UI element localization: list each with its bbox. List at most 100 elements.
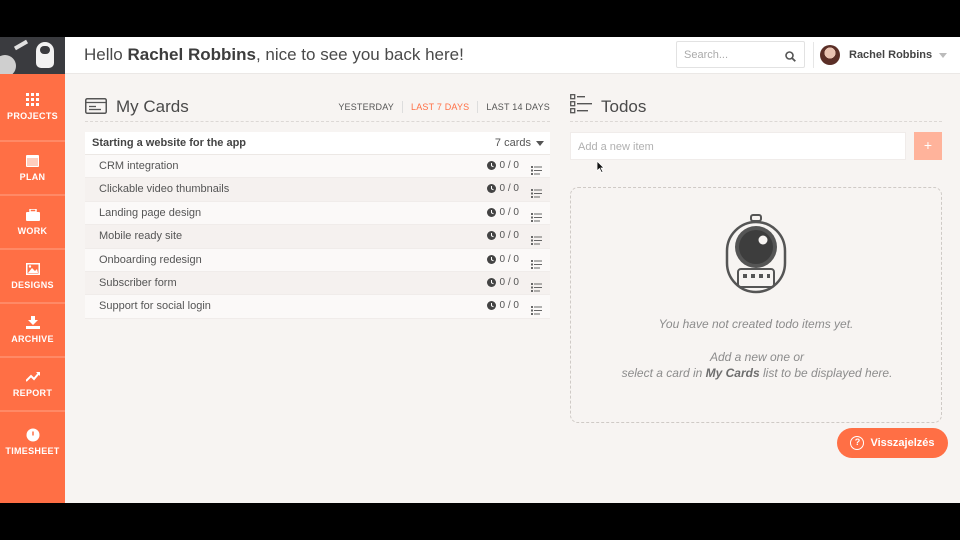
avatar[interactable] [820, 45, 840, 65]
card-name: Onboarding redesign [99, 253, 202, 266]
sidebar-item-label: PROJECTS [7, 111, 58, 121]
card-name: CRM integration [99, 160, 179, 172]
hint-line-1: Add a new one or [709, 350, 805, 364]
project-group-header[interactable]: Starting a website for the app 7 cards [85, 132, 550, 155]
sidebar-item-projects[interactable]: PROJECTS [0, 74, 65, 142]
sidebar-item-label: WORK [17, 226, 48, 236]
top-header: Hello Rachel Robbins, nice to see you ba… [65, 37, 960, 74]
todos-header: Todos [570, 92, 942, 122]
sidebar: PROJECTS PLAN WORK DESIGNS ARCHIVE REPOR… [0, 37, 65, 503]
greeting-prefix: Hello [84, 45, 123, 64]
cards-icon [85, 98, 107, 119]
empty-message: You have not created todo items yet. [658, 317, 854, 331]
planet-icon [0, 55, 16, 74]
card-time-value: 0 / 0 [499, 230, 519, 242]
card-time: 0 / 0 [486, 253, 519, 265]
card-time: 0 / 0 [486, 160, 519, 171]
checklist-icon[interactable] [531, 256, 542, 274]
user-menu[interactable]: Rachel Robbins [820, 44, 948, 66]
feedback-label: Visszajelzés [870, 437, 935, 449]
card-name: Subscriber form [99, 276, 177, 289]
chevron-down-icon[interactable] [939, 52, 948, 58]
card-time: 0 / 0 [486, 183, 519, 195]
sidebar-item-timesheet[interactable]: TIMESHEET [0, 412, 65, 472]
search-icon[interactable] [785, 49, 796, 67]
checklist-icon[interactable] [531, 185, 542, 203]
checklist-icon[interactable] [531, 162, 542, 180]
card-time-value: 0 / 0 [499, 206, 519, 218]
clock-icon [486, 301, 496, 311]
sidebar-item-archive[interactable]: ARCHIVE [0, 304, 65, 358]
question-icon: ? [850, 436, 865, 450]
filter-yesterday[interactable]: YESTERDAY [338, 101, 402, 113]
account-name: Rachel Robbins [849, 49, 933, 61]
empty-hint: Add a new one or select a card in My Car… [621, 349, 893, 381]
project-card-count: 7 cards [494, 137, 531, 149]
search-placeholder: Search... [684, 49, 729, 61]
clock-icon [486, 277, 496, 287]
card-row[interactable]: Clickable video thumbnails 0 / 0 [85, 178, 550, 203]
clock-icon [486, 184, 496, 194]
todo-list-icon [570, 94, 592, 119]
sidebar-item-work[interactable]: WORK [0, 196, 65, 250]
sidebar-item-report[interactable]: REPORT [0, 358, 65, 412]
card-time-value: 0 / 0 [499, 253, 519, 265]
clock-icon [26, 428, 40, 441]
greeting-suffix: , nice to see you back here! [255, 45, 464, 64]
satellite-icon [13, 39, 29, 51]
sidebar-item-label: DESIGNS [11, 280, 54, 290]
search-input[interactable]: Search... [676, 41, 805, 68]
card-row[interactable]: Support for social login 0 / 0 [85, 295, 550, 320]
hint-post: list to be displayed here. [759, 366, 893, 380]
date-filters: YESTERDAY LAST 7 DAYS LAST 14 DAYS [338, 101, 550, 113]
sidebar-item-label: TIMESHEET [5, 446, 60, 456]
card-list: CRM integration 0 / 0 Clickable video th… [85, 155, 550, 319]
new-todo-placeholder: Add a new item [578, 141, 654, 153]
calendar-icon [26, 154, 40, 167]
add-todo-button[interactable]: + [914, 132, 942, 160]
filter-last-7-days[interactable]: LAST 7 DAYS [401, 101, 477, 113]
card-time: 0 / 0 [486, 300, 519, 312]
card-row[interactable]: Landing page design 0 / 0 [85, 201, 550, 227]
caret-down-icon[interactable] [536, 141, 544, 146]
header-divider [813, 42, 814, 68]
card-row[interactable]: Subscriber form 0 / 0 [85, 271, 550, 297]
card-row[interactable]: Mobile ready site 0 / 0 [85, 225, 550, 250]
card-time-value: 0 / 0 [499, 300, 519, 312]
sidebar-item-plan[interactable]: PLAN [0, 142, 65, 196]
card-name: Mobile ready site [99, 230, 183, 243]
card-time-value: 0 / 0 [499, 183, 519, 195]
checklist-icon[interactable] [531, 302, 542, 320]
clock-icon [486, 231, 496, 241]
sidebar-item-designs[interactable]: DESIGNS [0, 250, 65, 304]
greeting-user-name: Rachel Robbins [127, 45, 256, 64]
my-cards-panel: My Cards YESTERDAY LAST 7 DAYS LAST 14 D… [85, 92, 550, 319]
card-time: 0 / 0 [486, 276, 519, 288]
app-logo[interactable] [0, 37, 65, 74]
new-todo-input[interactable]: Add a new item [570, 132, 906, 160]
todos-panel: Todos Add a new item + You have not crea… [570, 92, 942, 423]
astronaut-icon [723, 214, 789, 301]
todos-title: Todos [601, 97, 647, 116]
greeting-text: Hello Rachel Robbins, nice to see you ba… [84, 45, 464, 65]
checklist-icon[interactable] [531, 232, 542, 250]
image-icon [25, 262, 40, 275]
trend-icon [25, 370, 40, 383]
card-row[interactable]: CRM integration 0 / 0 [85, 155, 550, 180]
hint-my-cards: My Cards [705, 366, 760, 380]
feedback-button[interactable]: ? Visszajelzés [837, 428, 948, 458]
clock-icon [486, 254, 496, 264]
card-row[interactable]: Onboarding redesign 0 / 0 [85, 248, 550, 274]
card-time-value: 0 / 0 [499, 160, 519, 171]
my-cards-header: My Cards YESTERDAY LAST 7 DAYS LAST 14 D… [85, 92, 550, 122]
checklist-icon[interactable] [531, 209, 542, 227]
checklist-icon[interactable] [531, 279, 542, 297]
card-time-value: 0 / 0 [499, 276, 519, 288]
filter-last-14-days[interactable]: LAST 14 DAYS [477, 101, 550, 113]
card-name: Support for social login [99, 300, 211, 313]
briefcase-icon [25, 208, 40, 221]
sidebar-item-label: PLAN [19, 172, 46, 182]
card-name: Landing page design [99, 206, 202, 219]
card-time: 0 / 0 [486, 230, 519, 242]
my-cards-title: My Cards [116, 97, 189, 116]
